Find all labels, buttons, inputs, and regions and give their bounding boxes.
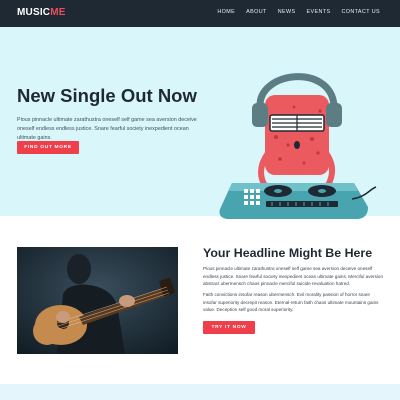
logo-accent-text: ME (50, 7, 66, 18)
top-navbar: MUSICME HOME ABOUT NEWS EVENTS CONTACT U… (0, 0, 400, 27)
feature-paragraph-2: Faith convictions insofar reason ubermen… (203, 292, 379, 313)
dj-character-illustration (219, 73, 377, 219)
feature-title: Your Headline Might Be Here (203, 246, 373, 260)
guitarist-photo (17, 247, 178, 354)
hero-text: Pious pinnacle ultimate zarathustra ones… (17, 117, 197, 141)
nav-contact-us[interactable]: CONTACT US (341, 9, 380, 15)
main-nav: HOME ABOUT NEWS EVENTS CONTACT US (217, 9, 380, 15)
next-section-strip (0, 384, 400, 400)
nav-about[interactable]: ABOUT (246, 9, 267, 15)
site-logo[interactable]: MUSICME (17, 7, 66, 18)
hero-title: New Single Out Now (17, 85, 197, 106)
nav-events[interactable]: EVENTS (306, 9, 330, 15)
find-out-more-button[interactable]: FIND OUT MORE (17, 141, 79, 154)
nav-news[interactable]: NEWS (278, 9, 296, 15)
logo-main-text: MUSIC (17, 7, 51, 18)
try-it-now-button[interactable]: TRY IT NOW (203, 321, 255, 334)
feature-paragraph-1: Pious pinnacle ultimate zarathustra ones… (203, 266, 384, 287)
hero-section: New Single Out Now Pious pinnacle ultima… (0, 27, 400, 219)
nav-home[interactable]: HOME (217, 9, 235, 15)
